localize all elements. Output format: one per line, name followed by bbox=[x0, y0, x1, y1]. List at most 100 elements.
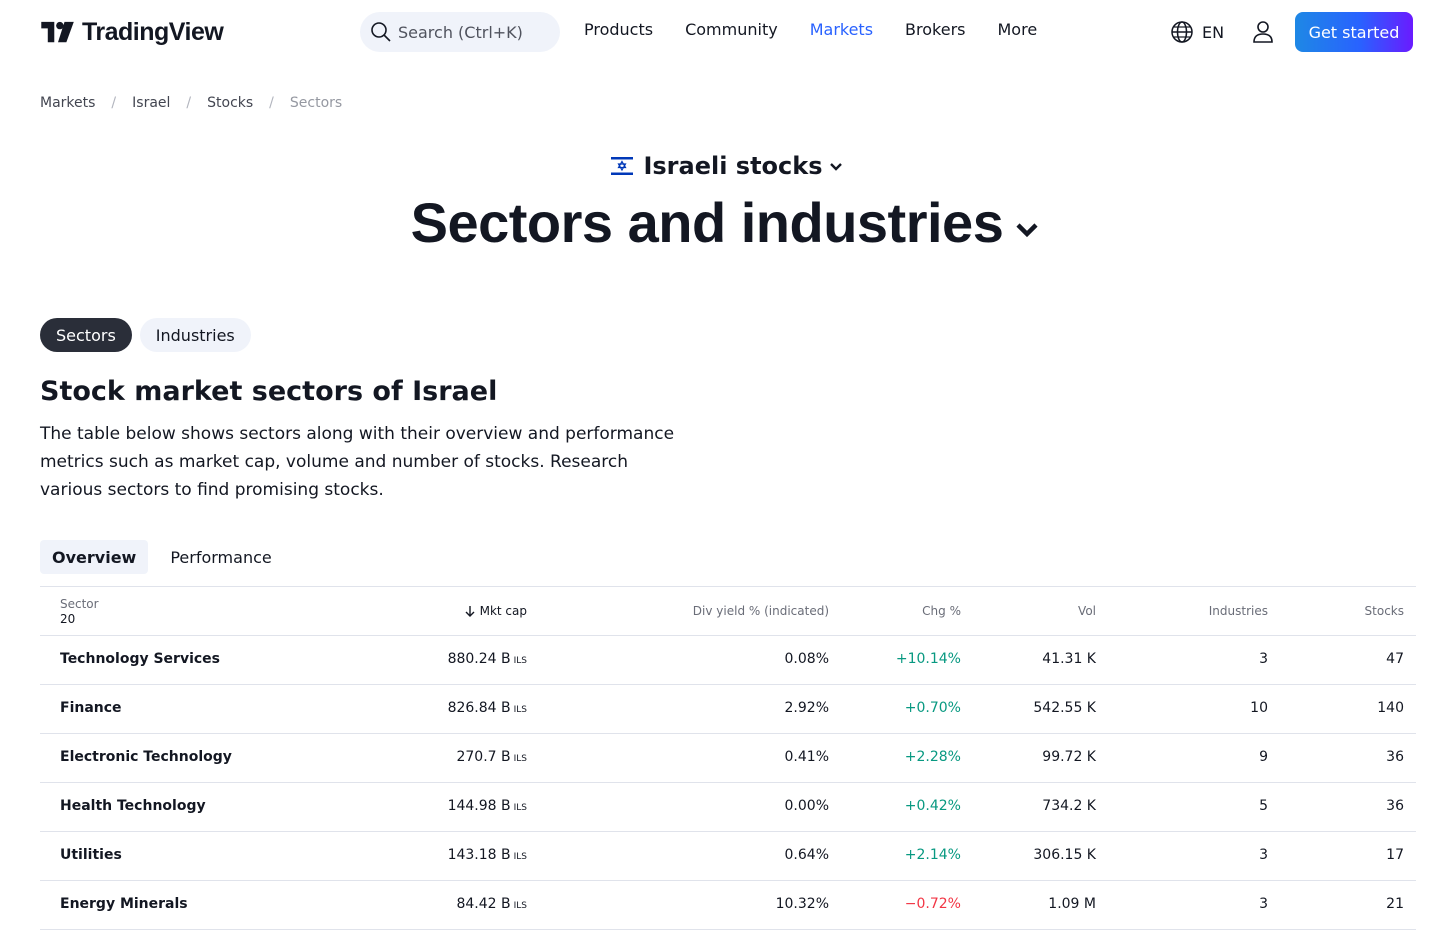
logo-text: TradingView bbox=[82, 18, 224, 46]
sectors-table: Sector 20 Mkt cap Div yield % (indicated… bbox=[40, 586, 1416, 930]
sector-name-link[interactable]: Electronic Technology bbox=[60, 749, 232, 765]
market-selector[interactable]: Israeli stocks bbox=[0, 152, 1456, 180]
view-tabs: Overview Performance bbox=[40, 540, 294, 574]
get-started-button[interactable]: Get started bbox=[1295, 12, 1413, 52]
category-tabs: Sectors Industries bbox=[40, 318, 259, 352]
sector-count: 20 bbox=[60, 612, 76, 626]
chg-value: +0.42% bbox=[904, 798, 961, 814]
table-row[interactable]: Health Technology 144.98 B ILS 0.00% +0.4… bbox=[40, 783, 1416, 832]
tradingview-logo-icon bbox=[41, 21, 74, 42]
tab-industries[interactable]: Industries bbox=[139, 318, 251, 352]
column-header-sector[interactable]: Sector 20 bbox=[60, 597, 99, 627]
stocks-count: 36 bbox=[1386, 798, 1404, 814]
industries-count: 3 bbox=[1259, 847, 1268, 863]
currency-unit: ILS bbox=[513, 803, 527, 813]
language-label: EN bbox=[1202, 22, 1225, 42]
table-row[interactable]: Energy Minerals 84.42 B ILS 10.32% −0.72%… bbox=[40, 881, 1416, 930]
breadcrumb-israel[interactable]: Israel bbox=[132, 95, 170, 111]
section-title: Stock market sectors of Israel bbox=[40, 376, 498, 407]
tab-performance[interactable]: Performance bbox=[158, 540, 283, 574]
nav-brokers[interactable]: Brokers bbox=[905, 20, 965, 39]
breadcrumb: Markets / Israel / Stocks / Sectors bbox=[40, 95, 342, 111]
div-yield-value: 2.92% bbox=[784, 700, 829, 716]
column-header-stocks[interactable]: Stocks bbox=[1365, 604, 1404, 618]
tab-sectors[interactable]: Sectors bbox=[40, 318, 132, 352]
globe-icon bbox=[1171, 21, 1193, 43]
page-title: Sectors and industries bbox=[410, 191, 1004, 254]
industries-count: 9 bbox=[1259, 749, 1268, 765]
mkt-cap-value: 143.18 B ILS bbox=[447, 847, 527, 863]
breadcrumb-separator: / bbox=[269, 95, 274, 111]
nav-products[interactable]: Products bbox=[584, 20, 653, 39]
vol-value: 542.55 K bbox=[1033, 700, 1096, 716]
nav-markets[interactable]: Markets bbox=[810, 20, 873, 39]
stocks-count: 36 bbox=[1386, 749, 1404, 765]
chg-value: +10.14% bbox=[895, 651, 961, 667]
nav-community[interactable]: Community bbox=[685, 20, 778, 39]
currency-unit: ILS bbox=[513, 754, 527, 764]
mkt-cap-value: 270.7 B ILS bbox=[456, 749, 527, 765]
breadcrumb-separator: / bbox=[186, 95, 192, 111]
top-header: TradingView Products Community Markets B… bbox=[0, 0, 1456, 64]
vol-value: 734.2 K bbox=[1042, 798, 1096, 814]
currency-unit: ILS bbox=[513, 656, 527, 666]
mkt-cap-value: 826.84 B ILS bbox=[447, 700, 527, 716]
column-header-industries[interactable]: Industries bbox=[1209, 604, 1268, 618]
breadcrumb-stocks[interactable]: Stocks bbox=[207, 95, 253, 111]
breadcrumb-markets[interactable]: Markets bbox=[40, 95, 95, 111]
industries-count: 3 bbox=[1259, 651, 1268, 667]
market-label: Israeli stocks bbox=[643, 152, 823, 180]
chevron-down-icon bbox=[1016, 222, 1038, 237]
table-row[interactable]: Finance 826.84 B ILS 2.92% +0.70% 542.55 … bbox=[40, 685, 1416, 734]
language-selector[interactable]: EN bbox=[1170, 20, 1224, 44]
section-description: The table below shows sectors along with… bbox=[40, 424, 675, 500]
column-header-mkt-cap-label: Mkt cap bbox=[479, 604, 527, 618]
div-yield-value: 0.08% bbox=[784, 651, 829, 667]
sector-name-link[interactable]: Health Technology bbox=[60, 798, 206, 814]
table-row[interactable]: Technology Services 880.24 B ILS 0.08% +1… bbox=[40, 636, 1416, 685]
chg-value: +2.28% bbox=[904, 749, 961, 765]
vol-value: 306.15 K bbox=[1033, 847, 1096, 863]
industries-count: 5 bbox=[1259, 798, 1268, 814]
search-input[interactable] bbox=[398, 22, 558, 42]
table-row[interactable]: Utilities 143.18 B ILS 0.64% +2.14% 306.1… bbox=[40, 832, 1416, 881]
stocks-count: 17 bbox=[1386, 847, 1404, 863]
main-nav: Products Community Markets Brokers More bbox=[584, 20, 1069, 39]
search-box[interactable] bbox=[360, 12, 560, 52]
table-header: Sector 20 Mkt cap Div yield % (indicated… bbox=[40, 586, 1416, 636]
currency-unit: ILS bbox=[513, 852, 527, 862]
div-yield-value: 0.41% bbox=[784, 749, 829, 765]
israel-flag-icon bbox=[611, 156, 634, 176]
div-yield-value: 0.64% bbox=[784, 847, 829, 863]
stocks-count: 140 bbox=[1377, 700, 1404, 716]
column-header-div-yield[interactable]: Div yield % (indicated) bbox=[693, 604, 829, 618]
industries-count: 10 bbox=[1250, 700, 1268, 716]
breadcrumb-separator: / bbox=[111, 95, 117, 111]
user-icon[interactable] bbox=[1252, 20, 1274, 44]
div-yield-value: 0.00% bbox=[784, 798, 829, 814]
sector-name-link[interactable]: Technology Services bbox=[60, 651, 220, 667]
mkt-cap-value: 880.24 B ILS bbox=[447, 651, 527, 667]
vol-value: 41.31 K bbox=[1042, 651, 1096, 667]
table-row[interactable]: Electronic Technology 270.7 B ILS 0.41% +… bbox=[40, 734, 1416, 783]
nav-more[interactable]: More bbox=[998, 20, 1038, 39]
chg-value: +2.14% bbox=[904, 847, 961, 863]
tab-overview[interactable]: Overview bbox=[40, 540, 149, 574]
sort-descending-icon bbox=[465, 606, 475, 617]
column-header-sector-label: Sector bbox=[60, 597, 99, 611]
currency-unit: ILS bbox=[513, 705, 527, 715]
column-header-vol[interactable]: Vol bbox=[1078, 604, 1096, 618]
sector-name-link[interactable]: Utilities bbox=[60, 847, 122, 863]
chg-value: +0.70% bbox=[904, 700, 961, 716]
chevron-down-icon bbox=[829, 163, 842, 171]
sector-name-link[interactable]: Finance bbox=[60, 700, 122, 716]
mkt-cap-value: 144.98 B ILS bbox=[447, 798, 527, 814]
column-header-chg[interactable]: Chg % bbox=[922, 604, 961, 618]
search-icon bbox=[371, 22, 391, 42]
stocks-count: 47 bbox=[1386, 651, 1404, 667]
tradingview-logo[interactable]: TradingView bbox=[40, 18, 224, 47]
page-title-selector[interactable]: Sectors and industries bbox=[0, 190, 1456, 255]
vol-value: 99.72 K bbox=[1042, 749, 1096, 765]
breadcrumb-sectors: Sectors bbox=[289, 95, 343, 111]
column-header-mkt-cap[interactable]: Mkt cap bbox=[464, 604, 527, 618]
